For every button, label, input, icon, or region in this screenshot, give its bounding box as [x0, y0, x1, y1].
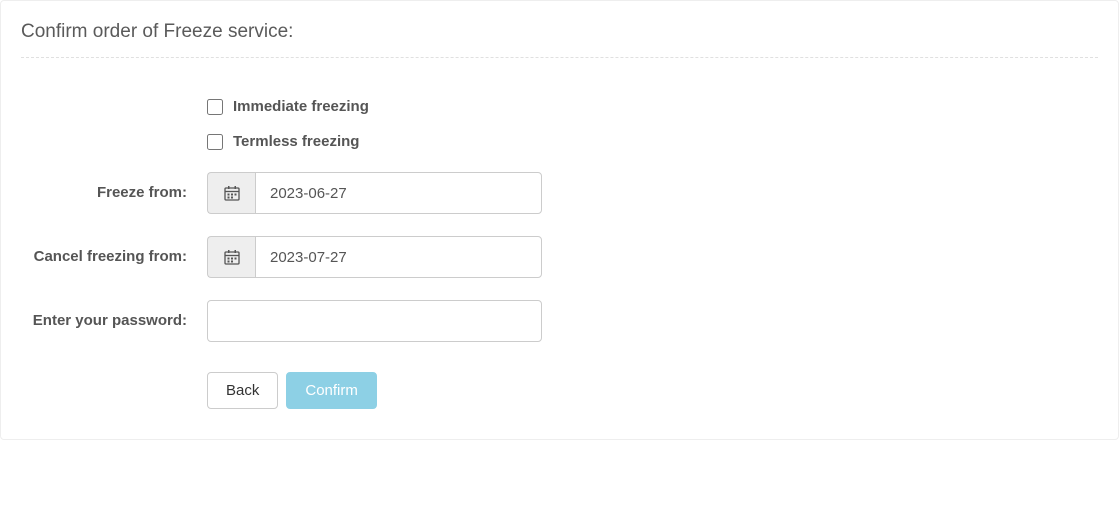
immediate-freezing-label: Immediate freezing — [233, 98, 369, 115]
immediate-freezing-row: Immediate freezing — [207, 98, 542, 115]
immediate-freezing-checkbox[interactable] — [207, 99, 223, 115]
cancel-from-label: Cancel freezing from: — [21, 236, 207, 267]
termless-freezing-checkbox[interactable] — [207, 134, 223, 150]
cancel-from-group: Cancel freezing from: — [21, 236, 1098, 278]
freeze-form-panel: Confirm order of Freeze service: Immedia… — [0, 0, 1119, 440]
password-group: Enter your password: — [21, 300, 1098, 342]
empty-label — [21, 98, 207, 108]
termless-freezing-row: Termless freezing — [207, 133, 542, 150]
freeze-from-label: Freeze from: — [21, 172, 207, 203]
freeze-form: Immediate freezing Termless freezing Fre… — [21, 98, 1098, 409]
checkbox-group: Immediate freezing Termless freezing — [21, 98, 1098, 150]
calendar-icon[interactable] — [207, 172, 255, 214]
freeze-from-input[interactable] — [255, 172, 542, 214]
page-title: Confirm order of Freeze service: — [21, 21, 1098, 58]
password-label: Enter your password: — [21, 300, 207, 331]
confirm-button[interactable]: Confirm — [286, 372, 377, 409]
termless-freezing-label: Termless freezing — [233, 133, 359, 150]
button-row: Back Confirm — [207, 372, 1098, 409]
cancel-from-input-group — [207, 236, 542, 278]
password-input[interactable] — [207, 300, 542, 342]
freeze-from-input-group — [207, 172, 542, 214]
back-button[interactable]: Back — [207, 372, 278, 409]
calendar-icon[interactable] — [207, 236, 255, 278]
cancel-from-input[interactable] — [255, 236, 542, 278]
freeze-from-group: Freeze from: — [21, 172, 1098, 214]
